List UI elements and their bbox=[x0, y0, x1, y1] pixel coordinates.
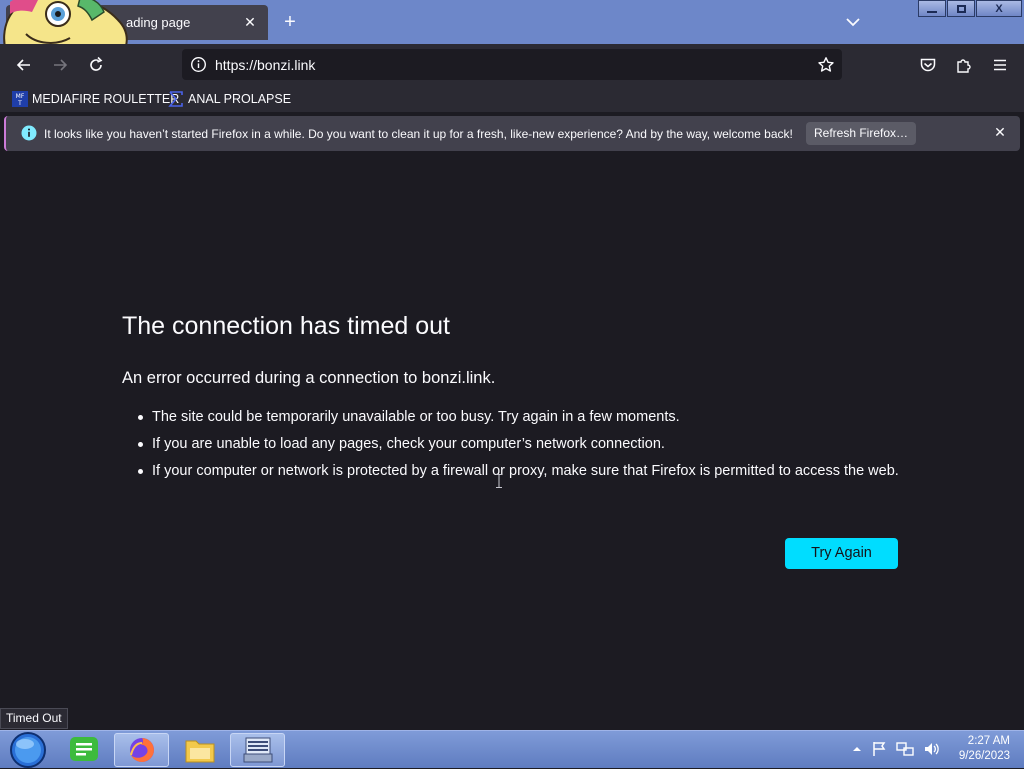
start-orb-icon bbox=[9, 732, 46, 768]
show-hidden-icons-icon[interactable] bbox=[852, 741, 862, 757]
restore-button[interactable] bbox=[947, 0, 975, 17]
app-menu-button[interactable] bbox=[988, 54, 1012, 76]
mediafire-icon: MF T bbox=[12, 91, 28, 107]
svg-text:MF: MF bbox=[16, 93, 25, 100]
title-bar: ading page ✕ + X bbox=[0, 0, 1024, 62]
taskbar-on-screen-keyboard[interactable] bbox=[230, 733, 285, 767]
tab-close-icon[interactable]: ✕ bbox=[240, 12, 260, 32]
pocket-icon bbox=[920, 58, 936, 72]
sigma-icon bbox=[168, 91, 183, 107]
status-panel: Timed Out bbox=[0, 708, 68, 729]
bookmark-mediafire-rouletter[interactable]: MF T MEDIAFIRE ROULETTER bbox=[12, 90, 179, 108]
taskbar-firefox[interactable] bbox=[114, 733, 169, 767]
pocket-button[interactable] bbox=[916, 54, 940, 76]
list-item: The site could be temporarily unavailabl… bbox=[138, 407, 912, 427]
close-notification-icon[interactable]: ✕ bbox=[992, 124, 1008, 142]
extensions-button[interactable] bbox=[952, 54, 976, 76]
list-item: If you are unable to load any pages, che… bbox=[138, 434, 912, 454]
reload-button[interactable] bbox=[84, 54, 108, 76]
taskbar-notes-app[interactable] bbox=[56, 733, 111, 767]
clock[interactable]: 2:27 AM 9/26/2023 bbox=[959, 734, 1010, 764]
url-input[interactable] bbox=[215, 49, 805, 80]
back-button[interactable] bbox=[12, 54, 36, 76]
close-window-button[interactable]: X bbox=[976, 0, 1022, 17]
page-title: The connection has timed out bbox=[122, 312, 450, 340]
taskbar-file-explorer[interactable] bbox=[172, 733, 227, 767]
error-suggestions: The site could be temporarily unavailabl… bbox=[138, 407, 912, 488]
site-info-icon[interactable] bbox=[190, 56, 207, 73]
list-item: If your computer or network is protected… bbox=[138, 461, 912, 481]
bookmark-label: ANAL PROLAPSE bbox=[188, 92, 292, 106]
hamburger-menu-icon bbox=[994, 59, 1006, 71]
bookmark-star-icon[interactable] bbox=[817, 56, 835, 74]
bookmarks-toolbar: MF T MEDIAFIRE ROULETTER ANAL PROLAPSE bbox=[0, 86, 1024, 112]
try-again-button[interactable]: Try Again bbox=[785, 538, 898, 569]
new-tab-button[interactable]: + bbox=[280, 12, 300, 32]
error-description: An error occurred during a connection to… bbox=[122, 369, 496, 387]
clock-date: 9/26/2023 bbox=[958, 750, 1010, 762]
refresh-firefox-notification: It looks like you haven’t started Firefo… bbox=[4, 116, 1020, 151]
window-controls: X bbox=[917, 0, 1022, 18]
url-bar[interactable] bbox=[182, 49, 842, 80]
taskbar: 2:27 AM 9/26/2023 bbox=[0, 730, 1024, 768]
forward-arrow-icon bbox=[54, 59, 68, 71]
reload-icon bbox=[90, 56, 103, 71]
system-tray bbox=[852, 741, 941, 757]
action-center-flag-icon[interactable] bbox=[871, 741, 887, 757]
notification-message: It looks like you haven’t started Firefo… bbox=[44, 127, 793, 141]
minimize-button[interactable] bbox=[918, 0, 946, 17]
network-icon[interactable] bbox=[896, 741, 914, 757]
volume-icon[interactable] bbox=[923, 741, 941, 757]
navigation-toolbar bbox=[0, 44, 1024, 86]
info-icon bbox=[21, 125, 37, 141]
bookmark-label: MEDIAFIRE ROULETTER bbox=[32, 92, 180, 106]
back-arrow-icon bbox=[16, 59, 30, 71]
start-button[interactable] bbox=[0, 732, 55, 768]
error-page: The connection has timed out An error oc… bbox=[0, 155, 1024, 730]
text-cursor-icon bbox=[496, 474, 502, 488]
forward-button[interactable] bbox=[48, 54, 72, 76]
list-all-tabs-chevron-icon[interactable] bbox=[843, 12, 863, 32]
on-screen-keyboard-icon bbox=[243, 737, 272, 763]
svg-text:T: T bbox=[17, 100, 22, 107]
notes-app-icon bbox=[69, 737, 98, 761]
bookmark-anal-prolapse[interactable]: ANAL PROLAPSE bbox=[168, 90, 291, 108]
clock-time: 2:27 AM bbox=[967, 735, 1010, 747]
refresh-firefox-button[interactable]: Refresh Firefox… bbox=[806, 122, 916, 145]
firefox-icon bbox=[129, 738, 154, 762]
puzzle-piece-icon bbox=[957, 59, 971, 73]
file-explorer-icon bbox=[185, 740, 214, 763]
